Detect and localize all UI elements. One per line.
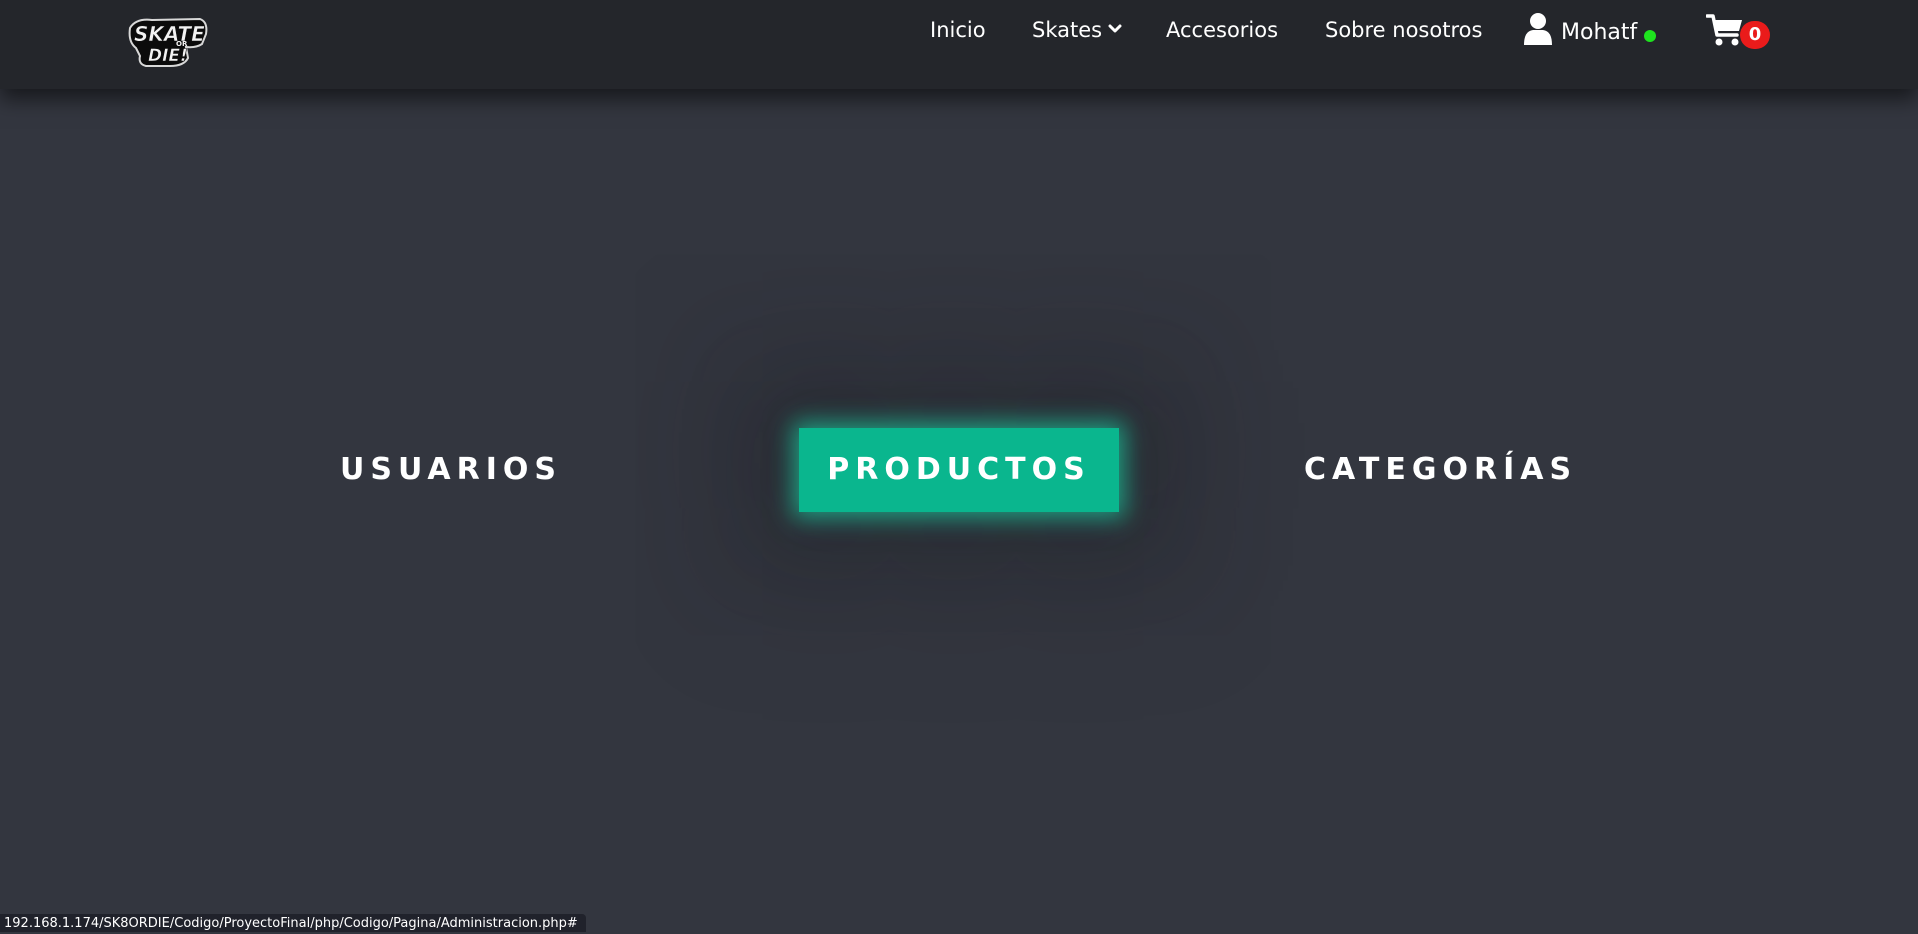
nav-accesorios-link[interactable]: Accesorios	[1166, 17, 1278, 43]
nav-sobre-nosotros-link[interactable]: Sobre nosotros	[1325, 17, 1482, 43]
admin-tab-productos[interactable]: PRODUCTOS	[799, 428, 1119, 512]
cart-icon	[1706, 14, 1742, 46]
main-nav: Inicio Skates Accesorios Sobre nosotros …	[0, 0, 1918, 89]
cart-count-badge: 0	[1740, 21, 1770, 49]
top-navbar: SKATE OR DIE! Inicio Skates Accesorios S…	[0, 0, 1918, 89]
admin-tab-categorias[interactable]: CATEGORÍAS	[1304, 428, 1574, 512]
browser-status-url: 192.168.1.174/SK8ORDIE/Codigo/ProyectoFi…	[0, 914, 586, 932]
user-name: Mohatf	[1561, 20, 1638, 45]
cart-button[interactable]: 0	[1706, 13, 1770, 53]
admin-menu: USUARIOS PRODUCTOS CATEGORÍAS	[0, 0, 1918, 932]
nav-skates-label: Skates	[1032, 18, 1103, 42]
user-icon	[1524, 13, 1552, 45]
nav-inicio-link[interactable]: Inicio	[930, 17, 986, 43]
admin-tab-usuarios[interactable]: USUARIOS	[340, 428, 562, 512]
online-status-dot	[1644, 30, 1656, 42]
chevron-down-icon	[1108, 24, 1122, 33]
nav-skates-dropdown[interactable]: Skates	[1032, 17, 1122, 43]
